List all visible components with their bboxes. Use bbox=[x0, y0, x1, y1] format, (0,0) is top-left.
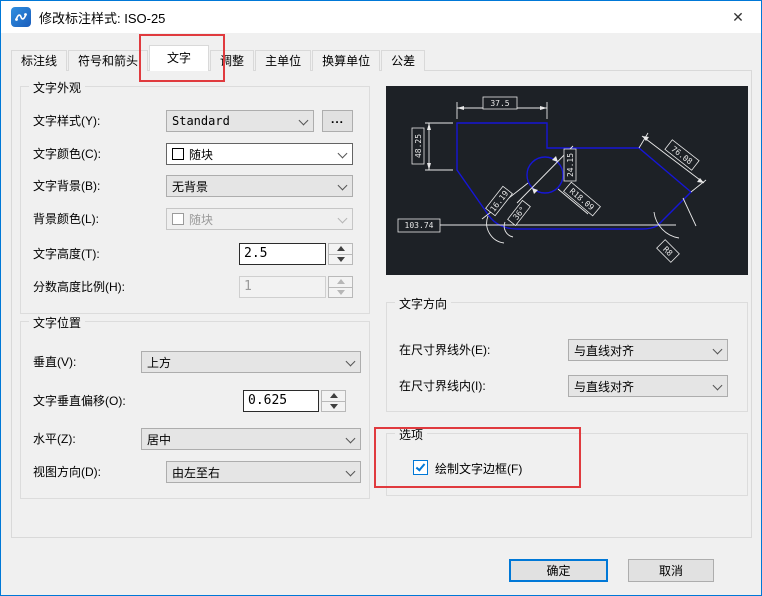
fraction-scale-spinner: 1 bbox=[239, 276, 353, 298]
chevron-down-icon bbox=[339, 150, 347, 158]
inside-extlines-combobox[interactable]: 与直线对齐 bbox=[568, 375, 728, 397]
annotation-box-options bbox=[374, 427, 581, 488]
close-icon: ✕ bbox=[732, 8, 744, 25]
fraction-scale-label: 分数高度比例(H): bbox=[33, 280, 125, 294]
text-placement-group-title: 文字位置 bbox=[29, 314, 86, 331]
view-direction-combobox[interactable]: 由左至右 bbox=[166, 461, 361, 483]
horizontal-value: 居中 bbox=[147, 432, 172, 447]
fill-color-label: 背景颜色(L): bbox=[33, 212, 100, 226]
triangle-down-icon bbox=[329, 403, 338, 409]
chevron-down-icon bbox=[347, 358, 355, 366]
chevron-down-icon bbox=[339, 182, 347, 190]
vertical-offset-input[interactable]: 0.625 bbox=[243, 390, 319, 412]
view-direction-label: 视图方向(D): bbox=[33, 465, 101, 479]
text-height-spinner: 2.5 bbox=[239, 243, 353, 265]
ellipsis-icon: ... bbox=[330, 112, 344, 126]
preview-dim-baseline: 103.74 bbox=[397, 218, 676, 233]
text-direction-group-title: 文字方向 bbox=[395, 295, 452, 312]
triangle-down-icon bbox=[336, 256, 345, 262]
chevron-down-icon bbox=[714, 346, 722, 354]
text-appearance-group: 文字外观 文字样式(Y): Standard ... 文字颜色(C): 随块 文… bbox=[20, 79, 370, 314]
outside-extlines-combobox[interactable]: 与直线对齐 bbox=[568, 339, 728, 361]
horizontal-label: 水平(Z): bbox=[33, 432, 76, 446]
vertical-combobox[interactable]: 上方 bbox=[141, 351, 361, 373]
chevron-down-icon bbox=[347, 435, 355, 443]
dimension-preview-drawing: 37.5 48.25 24.15 R18.09 103.74 76.08 16.… bbox=[397, 96, 707, 263]
close-button[interactable]: ✕ bbox=[715, 2, 761, 33]
inside-extlines-value: 与直线对齐 bbox=[574, 379, 635, 394]
preview-dim-angle-labels: 16.19 36° bbox=[481, 182, 531, 244]
outside-extlines-value: 与直线对齐 bbox=[574, 343, 635, 358]
tab-lines[interactable]: 标注线 bbox=[11, 50, 68, 71]
vertical-offset-label: 文字垂直偏移(O): bbox=[33, 394, 126, 408]
triangle-up-icon bbox=[336, 279, 345, 285]
spinner-down-button[interactable] bbox=[321, 401, 346, 412]
text-height-input[interactable]: 2.5 bbox=[239, 243, 326, 265]
text-height-label: 文字高度(T): bbox=[33, 247, 100, 261]
color-swatch-icon bbox=[172, 213, 184, 225]
spinner-down-button bbox=[328, 287, 353, 298]
cancel-button[interactable]: 取消 bbox=[628, 559, 714, 582]
text-appearance-group-title: 文字外观 bbox=[29, 79, 86, 96]
chevron-down-icon bbox=[714, 382, 722, 390]
tab-alternate-units[interactable]: 换算单位 bbox=[312, 50, 381, 71]
svg-text:48.25: 48.25 bbox=[414, 134, 423, 158]
view-direction-value: 由左至右 bbox=[172, 465, 221, 480]
tab-primary-units[interactable]: 主单位 bbox=[255, 50, 312, 71]
spinner-down-button[interactable] bbox=[328, 254, 353, 265]
text-direction-group: 文字方向 在尺寸界线外(E): 与直线对齐 在尺寸界线内(I): 与直线对齐 bbox=[386, 295, 748, 412]
fill-color-value: 随块 bbox=[189, 212, 214, 227]
dimension-preview-pane: 37.5 48.25 24.15 R18.09 103.74 76.08 16.… bbox=[386, 86, 748, 275]
text-placement-group: 文字位置 垂直(V): 上方 文字垂直偏移(O): 0.625 水平(Z): 居… bbox=[20, 314, 370, 499]
chevron-down-icon bbox=[300, 117, 308, 125]
inside-extlines-label: 在尺寸界线内(I): bbox=[399, 379, 486, 393]
preview-dim-top: 37.5 bbox=[456, 96, 548, 119]
svg-text:37.5: 37.5 bbox=[490, 99, 509, 108]
chevron-down-icon bbox=[339, 215, 347, 223]
spinner-up-button[interactable] bbox=[321, 390, 346, 402]
preview-dim-slant: 76.08 bbox=[638, 132, 707, 193]
fraction-scale-input: 1 bbox=[239, 276, 326, 298]
vertical-offset-spinner: 0.625 bbox=[243, 390, 346, 412]
spinner-up-button bbox=[328, 276, 353, 288]
svg-text:24.15: 24.15 bbox=[566, 153, 575, 177]
preview-dim-radius: R18.09 bbox=[557, 181, 601, 217]
dimension-style-dialog: 修改标注样式: ISO-25 ✕ 标注线 符号和箭头 文字 调整 主单位 换算单… bbox=[0, 0, 762, 596]
text-fill-label: 文字背景(B): bbox=[33, 179, 101, 193]
tab-tolerances[interactable]: 公差 bbox=[381, 50, 426, 71]
spinner-up-button[interactable] bbox=[328, 243, 353, 255]
text-style-combobox[interactable]: Standard bbox=[166, 110, 314, 132]
dimension-style-icon bbox=[15, 13, 27, 21]
outside-extlines-label: 在尺寸界线外(E): bbox=[399, 343, 491, 357]
vertical-value: 上方 bbox=[147, 355, 172, 370]
fill-color-combobox: 随块 bbox=[166, 208, 353, 230]
triangle-up-icon bbox=[336, 246, 345, 252]
titlebar: 修改标注样式: ISO-25 ✕ bbox=[1, 1, 761, 33]
triangle-down-icon bbox=[336, 289, 345, 295]
app-icon bbox=[11, 7, 31, 27]
window-title: 修改标注样式: ISO-25 bbox=[39, 10, 166, 26]
text-style-browse-button[interactable]: ... bbox=[322, 110, 353, 132]
triangle-up-icon bbox=[329, 393, 338, 399]
text-style-value: Standard bbox=[172, 114, 230, 128]
chevron-down-icon bbox=[347, 468, 355, 476]
text-color-label: 文字颜色(C): bbox=[33, 147, 101, 161]
color-swatch-icon bbox=[172, 148, 184, 160]
preview-dim-left: 48.25 bbox=[411, 122, 453, 171]
vertical-label: 垂直(V): bbox=[33, 355, 77, 369]
text-fill-combobox[interactable]: 无背景 bbox=[166, 175, 353, 197]
tab-symbols-arrows[interactable]: 符号和箭头 bbox=[68, 50, 149, 71]
horizontal-combobox[interactable]: 居中 bbox=[141, 428, 361, 450]
text-fill-value: 无背景 bbox=[172, 179, 209, 194]
annotation-box-text-tab bbox=[139, 34, 225, 82]
text-color-value: 随块 bbox=[189, 147, 214, 162]
ok-button[interactable]: 确定 bbox=[509, 559, 608, 582]
svg-text:103.74: 103.74 bbox=[405, 221, 434, 230]
text-style-label: 文字样式(Y): bbox=[33, 114, 101, 128]
text-color-combobox[interactable]: 随块 bbox=[166, 143, 353, 165]
